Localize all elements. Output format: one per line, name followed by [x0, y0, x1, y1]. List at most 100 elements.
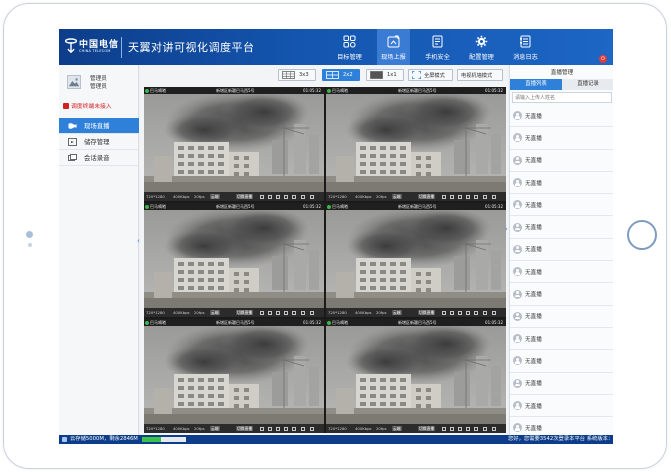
share-icon[interactable] [466, 310, 470, 315]
list-item[interactable]: 无直播 [510, 261, 613, 284]
cloud-tag[interactable]: 云端 [210, 310, 220, 315]
list-item[interactable]: 无直播 [510, 150, 613, 172]
talk-icon[interactable] [474, 426, 478, 431]
cloud-tag[interactable]: 云端 [392, 194, 402, 199]
switch-live-button[interactable]: 切换直播 [418, 310, 436, 315]
talk-icon[interactable] [292, 426, 296, 431]
share-icon[interactable] [466, 194, 470, 199]
tv-wall-button[interactable]: 电视机墙模式 [457, 69, 503, 81]
snapshot-icon[interactable] [260, 194, 264, 199]
talk-icon[interactable] [474, 194, 478, 199]
close-icon[interactable] [483, 194, 487, 199]
snapshot-icon[interactable] [442, 194, 446, 199]
video-cell-header: 巴马嘀嗒 新增区新疆巴马西5号 01:05:32 [326, 319, 506, 326]
sidebar-item-live[interactable]: 现场直播 [59, 118, 139, 134]
list-item[interactable]: 无直播 [510, 127, 613, 150]
record-icon[interactable] [268, 194, 272, 199]
share-icon[interactable] [284, 194, 288, 199]
power-button[interactable]: ⏻ [599, 55, 607, 63]
cloud-tag[interactable]: 云端 [210, 426, 220, 431]
sidebar-menu: 现场直播 储存管理 会话录音 [59, 118, 139, 166]
switch-live-button[interactable]: 切换直播 [236, 194, 254, 199]
list-item[interactable]: 无直播 [510, 216, 613, 239]
mute-icon[interactable] [458, 194, 462, 199]
close-icon[interactable] [301, 194, 305, 199]
list-item[interactable]: 无直播 [510, 328, 613, 351]
uploader-search-input[interactable] [512, 92, 612, 103]
close-icon[interactable] [483, 310, 487, 315]
mute-icon[interactable] [276, 194, 280, 199]
mute-icon[interactable] [458, 426, 462, 431]
video-cell[interactable]: 巴马嘀嗒 新增区新疆巴马西5号 01:05:32 720*1280 400Kbps 20f… [326, 87, 506, 201]
list-item[interactable]: 无直播 [510, 350, 613, 373]
cloud-tag[interactable]: 云端 [210, 194, 220, 199]
status-bar: 云存储5000M，剩余2846M 您好，您需要3542次登录本平台 系统版本： [59, 435, 613, 444]
nav-phone-security[interactable]: 手机安全 [421, 29, 454, 65]
video-cell[interactable]: 巴马嘀嗒 新增区新疆巴马西5号 01:05:32 720*1280 400Kbps 20f… [326, 319, 506, 433]
list-item[interactable]: 无直播 [510, 283, 613, 306]
list-item[interactable]: 无直播 [510, 194, 613, 217]
sidebar-item-storage[interactable]: 储存管理 [59, 134, 139, 150]
list-item[interactable]: 无直播 [510, 306, 613, 328]
mute-icon[interactable] [458, 310, 462, 315]
video-cell-controls: 720*1280 400Kbps 20fps 云端 切换直播 [144, 192, 324, 201]
live-management-panel: 直播管理 直播列表 直播记录 无直播无直播无直播无直播无直播无直播无直播无直播无… [509, 65, 613, 440]
nav-message-log[interactable]: 消息日志 [509, 29, 542, 65]
cloud-tag[interactable]: 云端 [392, 426, 402, 431]
layout-2x2-button[interactable]: 2x2 [322, 69, 360, 81]
list-item[interactable]: 无直播 [510, 172, 613, 195]
list-item[interactable]: 无直播 [510, 395, 613, 418]
video-cell[interactable]: 巴马嘀嗒 新增区新疆巴马西5号 01:05:32 720*1280 400Kbps 20f… [144, 87, 324, 201]
maximize-icon[interactable] [492, 194, 496, 199]
switch-live-button[interactable]: 切换直播 [418, 426, 436, 431]
tab-live-list[interactable]: 直播列表 [510, 79, 562, 90]
stream-bitrate: 400Kbps [355, 194, 372, 199]
layout-3x3-button[interactable]: 3x3 [278, 69, 316, 81]
snapshot-icon[interactable] [260, 426, 264, 431]
maximize-icon[interactable] [492, 426, 496, 431]
fullscreen-button[interactable]: 全屏模式 [408, 69, 453, 81]
close-icon[interactable] [301, 310, 305, 315]
record-icon[interactable] [450, 194, 454, 199]
record-icon[interactable] [450, 310, 454, 315]
close-icon[interactable] [483, 426, 487, 431]
user-avatar-icon [513, 267, 522, 277]
tab-live-records[interactable]: 直播记录 [562, 79, 613, 90]
talk-icon[interactable] [292, 310, 296, 315]
video-cell[interactable]: 巴马嘀嗒 新增区新疆巴马西5号 01:05:32 720*1280 400Kbps 20f… [144, 319, 324, 433]
record-icon[interactable] [450, 426, 454, 431]
maximize-icon[interactable] [310, 194, 314, 199]
nav-field-report[interactable]: 现场上报 [377, 29, 410, 65]
welcome-text: 您好，您需要3542次登录本平台 系统版本： [508, 436, 613, 442]
switch-live-button[interactable]: 切换直播 [418, 194, 436, 199]
list-item[interactable]: 无直播 [510, 105, 613, 128]
share-icon[interactable] [284, 310, 288, 315]
snapshot-icon[interactable] [442, 310, 446, 315]
mute-icon[interactable] [276, 310, 280, 315]
snapshot-icon[interactable] [442, 426, 446, 431]
mute-icon[interactable] [276, 426, 280, 431]
switch-live-button[interactable]: 切换直播 [236, 310, 254, 315]
maximize-icon[interactable] [310, 310, 314, 315]
nav-config-management[interactable]: 配置管理 [465, 29, 498, 65]
snapshot-icon[interactable] [260, 310, 264, 315]
record-icon[interactable] [268, 310, 272, 315]
layout-1x1-button[interactable]: 1x1 [366, 69, 404, 81]
switch-live-button[interactable]: 切换直播 [236, 426, 254, 431]
video-cell[interactable]: 巴马嘀嗒 新增区新疆巴马西5号 01:05:32 720*1280 400Kbps 20f… [326, 203, 506, 317]
home-button[interactable] [627, 220, 657, 250]
talk-icon[interactable] [474, 310, 478, 315]
share-icon[interactable] [284, 426, 288, 431]
share-icon[interactable] [466, 426, 470, 431]
cloud-tag[interactable]: 云端 [392, 310, 402, 315]
list-item[interactable]: 无直播 [510, 239, 613, 262]
sidebar-item-recording[interactable]: 会话录音 [59, 150, 139, 166]
talk-icon[interactable] [292, 194, 296, 199]
record-icon[interactable] [268, 426, 272, 431]
video-cell[interactable]: 巴马嘀嗒 新增区新疆巴马西5号 01:05:32 720*1280 400Kbps 20f… [144, 203, 324, 317]
list-item[interactable]: 无直播 [510, 373, 613, 395]
nav-target-management[interactable]: 目标管理 [333, 29, 366, 65]
close-icon[interactable] [301, 426, 305, 431]
maximize-icon[interactable] [310, 426, 314, 431]
maximize-icon[interactable] [492, 310, 496, 315]
